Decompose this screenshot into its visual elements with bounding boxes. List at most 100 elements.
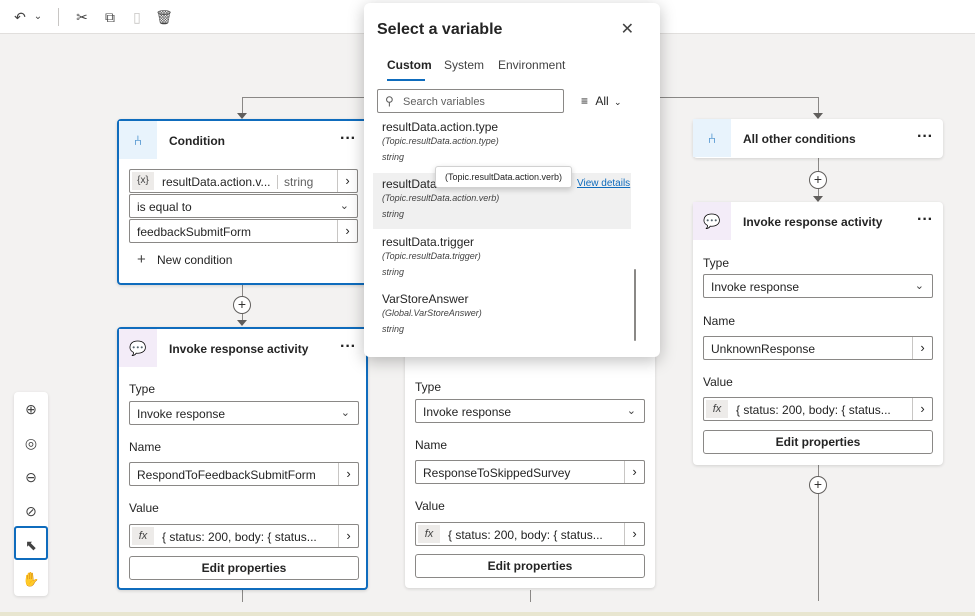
condition-variable: resultData.action.v... xyxy=(162,175,271,189)
chevron-right-icon[interactable]: › xyxy=(912,337,932,359)
variable-path: (Global.VarStoreAnswer) xyxy=(382,308,482,318)
filter-dropdown[interactable]: ≡ All ⌄ xyxy=(581,94,622,108)
select-tool-icon[interactable]: ⬉ xyxy=(14,526,48,560)
value-text: { status: 200, body: { status... xyxy=(448,528,603,542)
invoke-response-card[interactable]: Type Invoke response ⌄ Name ResponseToSk… xyxy=(405,340,655,588)
zoom-in-icon[interactable]: ⊕ xyxy=(14,392,48,426)
value-field[interactable]: fx { status: 200, body: { status... › xyxy=(129,524,359,548)
value-text: { status: 200, body: { status... xyxy=(736,403,891,417)
tab-environment[interactable]: Environment xyxy=(498,58,565,72)
edit-properties-button[interactable]: Edit properties xyxy=(129,556,359,580)
more-options-button[interactable]: ··· xyxy=(340,130,356,148)
bottom-border xyxy=(0,612,975,616)
chevron-right-icon[interactable]: › xyxy=(624,461,644,483)
zoom-out-icon[interactable]: ⊖ xyxy=(14,460,48,494)
add-icon[interactable]: + xyxy=(137,251,146,268)
fx-icon: fx xyxy=(706,400,728,418)
active-tab-indicator xyxy=(387,79,425,81)
invoke-response-card[interactable]: 💬 Invoke response activity ··· Type Invo… xyxy=(117,327,368,590)
variable-name: resultData.action.type xyxy=(382,120,499,134)
name-label: Name xyxy=(703,314,736,328)
chevron-right-icon[interactable]: › xyxy=(338,525,358,547)
new-condition-button[interactable]: New condition xyxy=(157,253,232,267)
name-label: Name xyxy=(415,438,448,452)
value-field[interactable]: fx { status: 200, body: { status... › xyxy=(415,522,645,546)
variable-type: string xyxy=(382,209,405,219)
fx-icon: fx xyxy=(418,525,440,543)
card-title: Condition xyxy=(169,134,225,148)
name-field[interactable]: ResponseToSkippedSurvey › xyxy=(415,460,645,484)
variable-type: string xyxy=(277,175,313,189)
name-field[interactable]: RespondToFeedbackSubmitForm › xyxy=(129,462,359,486)
chevron-right-icon[interactable]: › xyxy=(624,523,644,545)
variable-type: string xyxy=(382,152,405,162)
cut-icon[interactable]: ✂ xyxy=(72,8,92,26)
more-options-button[interactable]: ··· xyxy=(340,338,356,356)
chevron-right-icon[interactable]: › xyxy=(337,220,357,242)
name-value: UnknownResponse xyxy=(711,342,816,356)
value-label: Value xyxy=(703,375,733,389)
invoke-response-card[interactable]: 💬 Invoke response activity ··· Type Invo… xyxy=(693,202,943,465)
chevron-right-icon[interactable]: › xyxy=(912,398,932,420)
card-header: 💬 Invoke response activity ··· xyxy=(119,329,366,369)
type-dropdown[interactable]: Invoke response ⌄ xyxy=(129,401,359,425)
card-title: Invoke response activity xyxy=(743,215,883,229)
variable-item[interactable]: VarStoreAnswer (Global.VarStoreAnswer) s… xyxy=(373,288,631,344)
type-value: Invoke response xyxy=(711,280,800,294)
chevron-right-icon[interactable]: › xyxy=(337,170,357,192)
view-details-link[interactable]: View details xyxy=(577,178,630,189)
type-label: Type xyxy=(415,380,442,394)
name-field[interactable]: UnknownResponse › xyxy=(703,336,933,360)
condition-value-field[interactable]: feedbackSubmitForm › xyxy=(129,219,358,243)
tab-system[interactable]: System xyxy=(444,58,484,72)
add-node-button[interactable]: + xyxy=(233,296,251,314)
value-field[interactable]: fx { status: 200, body: { status... › xyxy=(703,397,933,421)
branch-icon: ⑃ xyxy=(693,119,731,157)
chevron-right-icon[interactable]: › xyxy=(338,463,358,485)
add-node-button[interactable]: + xyxy=(809,171,827,189)
paste-icon[interactable]: ▯ xyxy=(127,8,147,26)
more-options-button[interactable]: ··· xyxy=(917,128,933,146)
card-title: Invoke response activity xyxy=(169,342,309,356)
undo-icon[interactable]: ↶ xyxy=(10,8,30,26)
chevron-down-icon[interactable]: ⌄ xyxy=(28,8,48,26)
condition-card[interactable]: ⑃ Condition ··· {x} resultData.action.v.… xyxy=(117,119,368,285)
operator-dropdown[interactable]: is equal to ⌄ xyxy=(129,194,358,218)
variable-type: string xyxy=(382,267,405,277)
minimap-off-icon[interactable]: ⊘ xyxy=(14,494,48,528)
variable-name: VarStoreAnswer xyxy=(382,292,469,306)
variable-item[interactable]: resultData.action.type (Topic.resultData… xyxy=(373,116,631,172)
condition-variable-field[interactable]: {x} resultData.action.v... string › xyxy=(129,169,358,193)
card-title: All other conditions xyxy=(743,132,856,146)
variable-path: (Topic.resultData.action.verb) xyxy=(382,193,500,203)
variable-type: string xyxy=(382,324,405,334)
variable-path: (Topic.resultData.trigger) xyxy=(382,251,481,261)
pan-hand-icon[interactable]: ✋ xyxy=(14,562,48,596)
copy-icon[interactable]: ⧉ xyxy=(100,8,120,26)
fx-icon: fx xyxy=(132,527,154,545)
message-icon: 💬 xyxy=(119,329,157,367)
close-icon[interactable]: ✕ xyxy=(621,19,634,39)
variable-item[interactable]: resultData.trigger (Topic.resultData.tri… xyxy=(373,231,631,287)
scrollbar[interactable] xyxy=(634,269,636,341)
recenter-icon[interactable]: ◎ xyxy=(14,426,48,460)
type-value: Invoke response xyxy=(423,405,512,419)
branch-icon: ⑃ xyxy=(119,121,157,159)
connector-arrow xyxy=(237,320,247,326)
add-node-button[interactable]: + xyxy=(809,476,827,494)
edit-properties-button[interactable]: Edit properties xyxy=(415,554,645,578)
message-icon: 💬 xyxy=(693,202,731,240)
tab-custom[interactable]: Custom xyxy=(387,58,432,72)
search-input[interactable]: ⚲ Search variables xyxy=(377,89,564,113)
type-label: Type xyxy=(129,382,156,396)
search-icon: ⚲ xyxy=(385,94,394,108)
edit-properties-button[interactable]: Edit properties xyxy=(703,430,933,454)
type-dropdown[interactable]: Invoke response ⌄ xyxy=(703,274,933,298)
type-dropdown[interactable]: Invoke response ⌄ xyxy=(415,399,645,423)
more-options-button[interactable]: ··· xyxy=(917,211,933,229)
other-conditions-card[interactable]: ⑃ All other conditions ··· xyxy=(693,119,943,158)
variable-path: (Topic.resultData.action.type) xyxy=(382,136,499,146)
delete-icon[interactable]: 🗑 xyxy=(154,8,174,26)
filter-label: All xyxy=(595,94,609,108)
type-value: Invoke response xyxy=(137,407,226,421)
